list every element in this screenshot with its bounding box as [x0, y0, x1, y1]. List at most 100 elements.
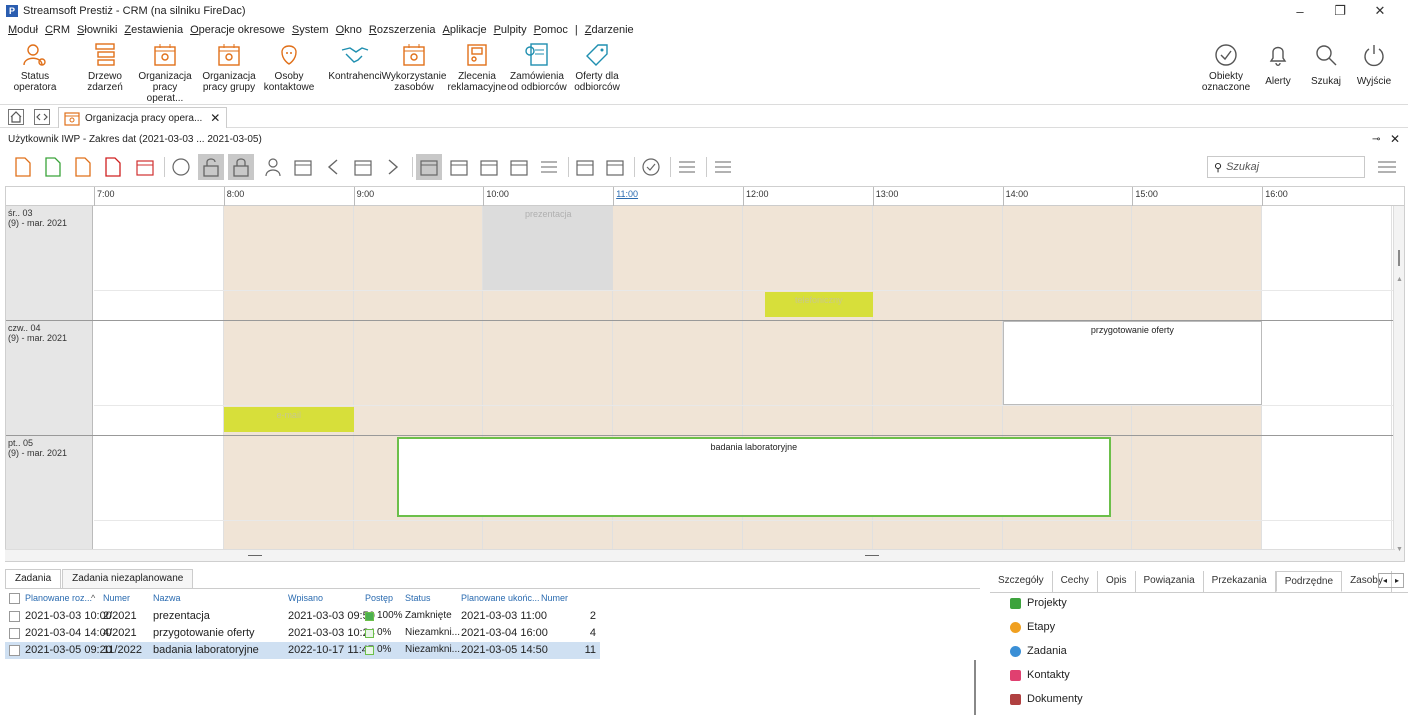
copy-icon[interactable]	[572, 154, 598, 180]
time-cell[interactable]	[94, 206, 224, 320]
column-header[interactable]: Numer	[541, 593, 568, 603]
row-checkbox[interactable]	[9, 645, 20, 656]
month-view-icon[interactable]	[476, 154, 502, 180]
appointment[interactable]: prezentacja	[483, 206, 614, 290]
search-box[interactable]: ⚲ Szukaj	[1207, 156, 1365, 178]
appointment[interactable]: przygotowanie oferty	[1002, 321, 1263, 405]
horizontal-scroll-area[interactable]	[5, 549, 1395, 561]
check-box-icon[interactable]	[350, 154, 376, 180]
time-cell[interactable]	[1132, 206, 1263, 320]
home-icon[interactable]	[8, 109, 24, 125]
tab-close-button[interactable]: ✕	[210, 111, 220, 125]
print-icon[interactable]	[132, 154, 158, 180]
ribbon-button-1[interactable]: Drzewo zdarzeń	[74, 39, 136, 105]
time-cell[interactable]	[1262, 321, 1392, 435]
menu-item[interactable]: Słowniki	[77, 24, 117, 36]
tab-powiązania[interactable]: Powiązania	[1136, 571, 1204, 592]
ribbon-button-5[interactable]: Kontrahenci	[324, 39, 386, 105]
date-18-icon[interactable]	[290, 154, 316, 180]
new-doc-icon[interactable]	[10, 154, 36, 180]
time-cell[interactable]	[1262, 206, 1392, 320]
tab-opis[interactable]: Opis	[1098, 571, 1136, 592]
settings-icon[interactable]	[168, 154, 194, 180]
user-icon[interactable]	[260, 154, 286, 180]
ribbon-button-8[interactable]: Zamówienia od odbiorców	[506, 39, 568, 105]
ribbon-button-9[interactable]: Oferty dla odbiorców	[566, 39, 628, 105]
tab-szczegóły[interactable]: Szczegóły	[990, 571, 1053, 592]
related-item-1[interactable]: Etapy	[1010, 621, 1055, 633]
related-item-4[interactable]: Dokumenty	[1010, 693, 1083, 705]
lock-icon[interactable]	[228, 154, 254, 180]
appointment[interactable]: telefoniczny	[764, 292, 873, 317]
menu-item[interactable]: Moduł	[8, 24, 38, 36]
related-item-2[interactable]: Zadania	[1010, 645, 1067, 657]
column-header[interactable]: Nazwa	[153, 593, 181, 603]
time-cell[interactable]	[613, 321, 743, 435]
tab-organizacja-pracy[interactable]: Organizacja pracy opera... ✕	[58, 107, 228, 128]
time-cell[interactable]	[872, 321, 1003, 435]
time-cell[interactable]	[223, 206, 354, 320]
add-doc-icon[interactable]	[40, 154, 66, 180]
grid-scrollbar[interactable]	[974, 660, 976, 715]
minimize-button[interactable]: –	[1280, 0, 1320, 22]
hamburger-menu-icon[interactable]	[1374, 154, 1400, 180]
close-window-button[interactable]: ✕	[1360, 0, 1400, 22]
time-cell[interactable]	[613, 206, 743, 320]
ribbon-button-0[interactable]: Status operatora	[4, 39, 66, 105]
tab-podrzędne[interactable]: Podrzędne	[1275, 571, 1343, 592]
approve-icon[interactable]	[638, 154, 664, 180]
menu-item[interactable]: System	[292, 24, 329, 36]
related-item-3[interactable]: Kontakty	[1010, 669, 1070, 681]
tab-przekazania[interactable]: Przekazania	[1204, 571, 1276, 592]
menu-item[interactable]: Aplikacje	[443, 24, 487, 36]
table-row[interactable]: 2021-03-03 10:00 2/2021 prezentacja 2021-03…	[5, 608, 600, 625]
menu-item[interactable]: Zestawienia	[124, 24, 183, 36]
close-view-button[interactable]: ✕	[1390, 132, 1400, 146]
ribbon-button-2[interactable]: Organizacja pracy operat...	[134, 39, 196, 105]
time-cell[interactable]	[353, 321, 484, 435]
time-cell[interactable]	[1262, 436, 1392, 550]
vertical-scrollbar[interactable]: ▲ ▼	[1393, 206, 1404, 561]
column-header[interactable]: Postęp	[365, 593, 393, 603]
select-all-checkbox[interactable]	[9, 593, 20, 604]
table-row[interactable]: 2021-03-04 14:00 4/2021 przygotowanie ofer…	[5, 625, 600, 642]
next-icon[interactable]	[380, 154, 406, 180]
menu-item[interactable]: Rozszerzenia	[369, 24, 436, 36]
column-header[interactable]: Planowane roz...	[25, 593, 92, 603]
tab-scroll-arrows[interactable]: ◂ ▸	[1378, 573, 1404, 588]
time-cell[interactable]	[483, 321, 614, 435]
ribbon-button-4[interactable]: Osoby kontaktowe	[258, 39, 320, 105]
related-item-0[interactable]: Projekty	[1010, 597, 1067, 609]
calendar-grid-icon[interactable]	[506, 154, 532, 180]
day-view-icon[interactable]	[416, 154, 442, 180]
tab-zadania[interactable]: Zadania	[5, 569, 62, 588]
switch-windows-icon[interactable]	[34, 109, 50, 125]
menu-item[interactable]: Operacje okresowe	[190, 24, 285, 36]
row-checkbox[interactable]	[9, 611, 20, 622]
row-checkbox[interactable]	[9, 628, 20, 639]
menu-item[interactable]: CRM	[45, 24, 70, 36]
time-cell[interactable]	[353, 206, 484, 320]
list-icon[interactable]	[674, 154, 700, 180]
time-cell[interactable]	[1132, 436, 1263, 550]
ribbon-button-7[interactable]: Zlecenia reklamacyjne	[446, 39, 508, 105]
ribbon-right-button-0[interactable]: Obiekty oznaczone	[1200, 39, 1252, 105]
prev-icon[interactable]	[320, 154, 346, 180]
time-cell[interactable]	[94, 436, 224, 550]
time-cell[interactable]	[1002, 206, 1133, 320]
week-view-icon[interactable]	[446, 154, 472, 180]
time-cell[interactable]	[94, 321, 224, 435]
column-header[interactable]: Planowane ukońc...	[461, 593, 540, 603]
filter-icon[interactable]	[710, 154, 736, 180]
table-row[interactable]: 2021-03-05 09:20 11/2022 badania laborator…	[5, 642, 600, 659]
pin-button[interactable]: ⊸	[1372, 134, 1380, 145]
column-header[interactable]: Status	[405, 593, 431, 603]
time-cell[interactable]	[743, 321, 873, 435]
timeline-icon[interactable]	[536, 154, 562, 180]
menu-item[interactable]: Okno	[336, 24, 362, 36]
column-header[interactable]: Wpisano	[288, 593, 323, 603]
maximize-button[interactable]: ❐	[1320, 0, 1360, 22]
tree-icon[interactable]	[602, 154, 628, 180]
appointment[interactable]: e-mail	[223, 407, 354, 432]
column-header[interactable]: Numer	[103, 593, 130, 603]
